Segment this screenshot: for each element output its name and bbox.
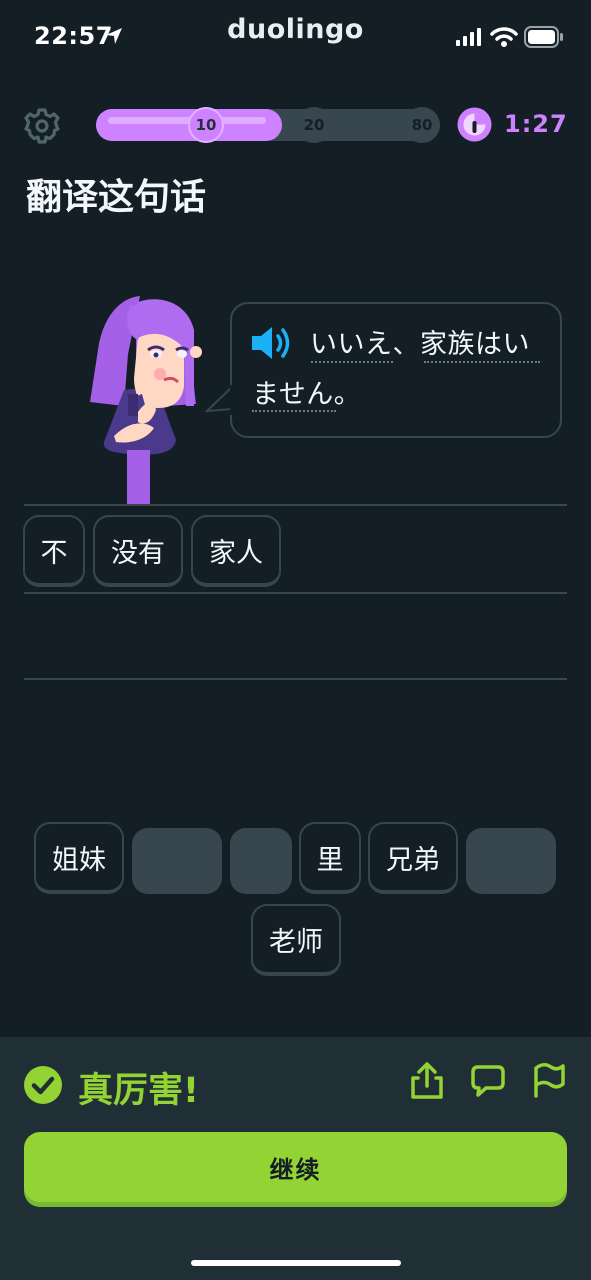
feedback-text: 真厉害! <box>78 1071 199 1111</box>
word-underline <box>424 361 540 363</box>
lesson-progress-bar: 10 20 80 <box>96 107 440 143</box>
status-bar: 22:57 duolingo <box>0 0 591 70</box>
comment-icon[interactable] <box>470 1064 506 1098</box>
share-icon[interactable] <box>410 1062 444 1100</box>
sentence-line-2[interactable]: ません。 <box>252 372 361 411</box>
battery-icon <box>524 26 563 48</box>
word-bank-slot-used <box>230 828 292 894</box>
answer-chip[interactable]: 没有 <box>93 515 183 587</box>
milestone-20: 20 <box>296 107 332 143</box>
wifi-icon <box>490 27 518 47</box>
word-underline <box>311 361 393 363</box>
timer-text: 1:27 <box>504 110 568 138</box>
word-bank-slot-used <box>132 828 222 894</box>
word-bank-chip[interactable]: 里 <box>299 822 361 894</box>
speaker-icon[interactable] <box>250 325 294 361</box>
word-bank-chip[interactable]: 姐妹 <box>34 822 124 894</box>
gear-icon[interactable] <box>24 108 60 144</box>
answer-line <box>24 504 567 506</box>
word-underline <box>252 410 336 412</box>
flag-icon[interactable] <box>532 1062 566 1098</box>
check-circle-icon <box>24 1066 62 1104</box>
answer-line <box>24 678 567 680</box>
word-bank-chip[interactable]: 兄弟 <box>368 822 458 894</box>
word-bank-slot-used <box>466 828 556 894</box>
continue-button[interactable]: 继续 <box>24 1132 567 1202</box>
word-bank-chip[interactable]: 老师 <box>251 904 341 976</box>
milestone-10: 10 <box>188 107 224 143</box>
character-lily-illustration <box>90 296 202 504</box>
timer-icon <box>457 107 492 142</box>
progress-shine <box>108 117 266 124</box>
bubble-tail <box>205 385 233 415</box>
prompt-title: 翻译这句话 <box>26 177 207 218</box>
signal-icon <box>456 28 481 46</box>
answer-chip[interactable]: 家人 <box>191 515 281 587</box>
milestone-80: 80 <box>404 107 440 143</box>
answer-line <box>24 592 567 594</box>
sentence-line-1[interactable]: いいえ、家族はい <box>310 322 530 361</box>
home-indicator[interactable] <box>191 1260 401 1266</box>
answer-chip[interactable]: 不 <box>23 515 85 587</box>
